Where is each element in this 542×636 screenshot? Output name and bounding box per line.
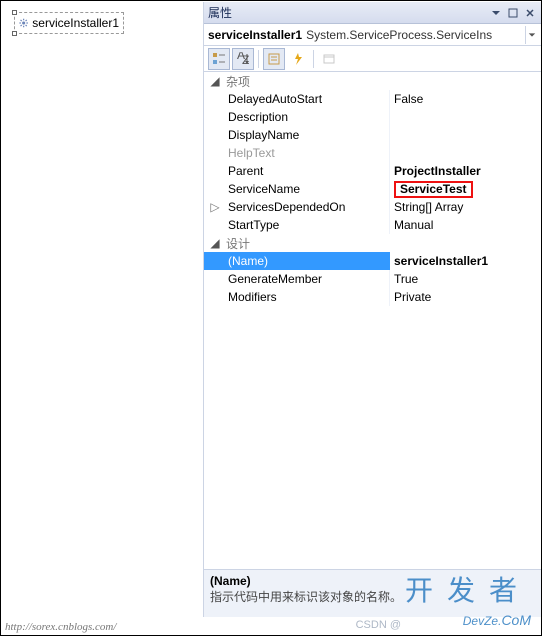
expand-gutter: [204, 216, 226, 234]
expand-gutter: [204, 90, 226, 108]
property-value[interactable]: False: [390, 90, 541, 108]
expand-gutter: [204, 270, 226, 288]
property-row[interactable]: StartTypeManual: [204, 216, 541, 234]
component-label: serviceInstaller1: [32, 16, 119, 30]
properties-grid[interactable]: ◢ 杂项DelayedAutoStartFalseDescriptionDispl…: [204, 72, 541, 569]
property-value[interactable]: ServiceTest: [390, 180, 541, 198]
object-selector[interactable]: serviceInstaller1 System.ServiceProcess.…: [204, 24, 541, 46]
property-name: Parent: [226, 162, 390, 180]
property-row[interactable]: HelpText: [204, 144, 541, 162]
svg-text:Z: Z: [242, 53, 249, 66]
close-icon[interactable]: [523, 6, 537, 20]
designer-canvas[interactable]: serviceInstaller1: [2, 2, 202, 617]
property-value[interactable]: True: [390, 270, 541, 288]
watermark-cn: 开发者: [405, 569, 531, 609]
property-row[interactable]: Description: [204, 108, 541, 126]
category-header[interactable]: ◢ 设计: [204, 234, 541, 252]
property-row[interactable]: (Name)serviceInstaller1: [204, 252, 541, 270]
property-name: DelayedAutoStart: [226, 90, 390, 108]
property-name: HelpText: [226, 144, 390, 162]
resize-handle[interactable]: [12, 10, 17, 15]
category-label: 设计: [226, 235, 250, 252]
watermark-en: DevZe.CoM: [463, 608, 531, 631]
expand-gutter: [204, 108, 226, 126]
expand-gutter: [204, 252, 226, 270]
category-header[interactable]: ◢ 杂项: [204, 72, 541, 90]
property-name: Description: [226, 108, 390, 126]
expand-gutter: [204, 180, 226, 198]
categorized-button[interactable]: [208, 48, 230, 70]
properties-page-button[interactable]: [263, 48, 285, 70]
property-value[interactable]: Manual: [390, 216, 541, 234]
panel-title: 属性: [208, 4, 486, 21]
category-label: 杂项: [226, 73, 250, 90]
collapse-icon[interactable]: ◢: [210, 238, 220, 248]
expand-gutter: [204, 144, 226, 162]
property-name: GenerateMember: [226, 270, 390, 288]
property-row[interactable]: GenerateMemberTrue: [204, 270, 541, 288]
property-row[interactable]: ServiceNameServiceTest: [204, 180, 541, 198]
property-name: ServicesDependedOn: [226, 198, 390, 216]
property-value[interactable]: [390, 108, 541, 126]
property-value[interactable]: [390, 144, 541, 162]
separator: [313, 50, 314, 68]
alphabetical-button[interactable]: AZ: [232, 48, 254, 70]
footer-watermark: http://sorex.cnblogs.com/: [5, 621, 116, 633]
properties-toolbar: AZ: [204, 46, 541, 72]
property-value[interactable]: Private: [390, 288, 541, 306]
object-type: System.ServiceProcess.ServiceIns: [306, 28, 525, 42]
window-pin-icon[interactable]: [506, 6, 520, 20]
chevron-down-icon[interactable]: [525, 26, 537, 44]
property-name: (Name): [226, 252, 390, 270]
property-value[interactable]: serviceInstaller1: [390, 252, 541, 270]
panel-titlebar[interactable]: 属性: [204, 2, 541, 24]
expand-gutter[interactable]: ▷: [204, 198, 226, 216]
property-name: Modifiers: [226, 288, 390, 306]
expand-gutter: [204, 126, 226, 144]
property-row[interactable]: ▷ServicesDependedOnString[] Array: [204, 198, 541, 216]
property-row[interactable]: DelayedAutoStartFalse: [204, 90, 541, 108]
property-name: DisplayName: [226, 126, 390, 144]
gear-icon: [19, 16, 28, 30]
watermark-csdn: CSDN @: [356, 619, 401, 631]
collapse-icon[interactable]: ◢: [210, 76, 220, 86]
object-name: serviceInstaller1: [208, 28, 302, 42]
expand-gutter: [204, 288, 226, 306]
properties-panel: 属性 serviceInstaller1 System.ServiceProce…: [203, 2, 541, 617]
events-button[interactable]: [287, 48, 309, 70]
property-row[interactable]: DisplayName: [204, 126, 541, 144]
resize-handle[interactable]: [12, 31, 17, 36]
property-name: ServiceName: [226, 180, 390, 198]
property-value[interactable]: String[] Array: [390, 198, 541, 216]
property-row[interactable]: ParentProjectInstaller: [204, 162, 541, 180]
component-serviceinstaller[interactable]: serviceInstaller1: [14, 12, 124, 34]
property-value[interactable]: [390, 126, 541, 144]
dropdown-icon[interactable]: [489, 6, 503, 20]
expand-gutter: [204, 162, 226, 180]
property-value[interactable]: ProjectInstaller: [390, 162, 541, 180]
property-name: StartType: [226, 216, 390, 234]
separator: [258, 50, 259, 68]
property-row[interactable]: ModifiersPrivate: [204, 288, 541, 306]
property-pages-button[interactable]: [318, 48, 340, 70]
